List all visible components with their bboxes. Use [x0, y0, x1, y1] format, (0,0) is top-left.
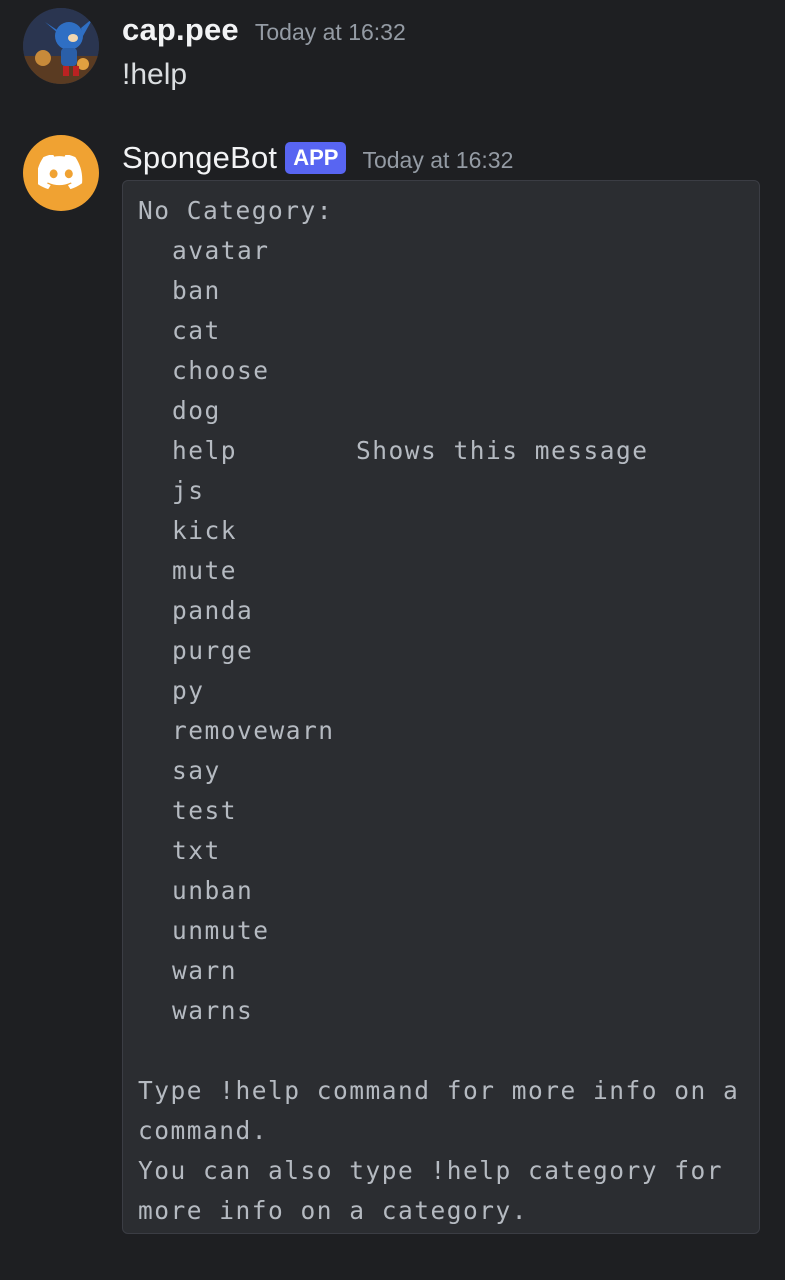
- command-row: test: [138, 791, 739, 831]
- footer-line: Type !help command for more info on a: [138, 1076, 740, 1105]
- command-name: removewarn: [172, 716, 335, 745]
- command-row: unban: [138, 871, 739, 911]
- category-heading: No Category:: [138, 196, 334, 225]
- command-name: cat: [172, 316, 221, 345]
- timestamp[interactable]: Today at 16:32: [362, 147, 513, 174]
- user-avatar[interactable]: [23, 8, 99, 84]
- bot-username[interactable]: SpongeBot: [122, 140, 277, 176]
- command-name: test: [172, 796, 238, 825]
- message-header: SpongeBot APP Today at 16:32: [122, 140, 513, 177]
- message-header: cap.pee Today at 16:32: [122, 12, 406, 48]
- command-row: py: [138, 671, 739, 711]
- command-name: ban: [172, 276, 221, 305]
- command-desc: Shows this message: [356, 436, 649, 465]
- command-name: kick: [172, 516, 238, 545]
- footer-line: You can also type !help category for: [138, 1156, 724, 1185]
- bot-avatar[interactable]: [23, 135, 99, 211]
- footer-line: more info on a category.: [138, 1196, 529, 1225]
- command-row: warn: [138, 951, 739, 991]
- command-name: choose: [172, 356, 270, 385]
- command-name: help: [172, 436, 238, 465]
- command-row: choose: [138, 351, 739, 391]
- command-name: unmute: [172, 916, 270, 945]
- command-row: mute: [138, 551, 739, 591]
- command-row: dog: [138, 391, 739, 431]
- command-row: unmute: [138, 911, 739, 951]
- command-name: warn: [172, 956, 238, 985]
- footer-line: command.: [138, 1116, 269, 1145]
- command-row: js: [138, 471, 739, 511]
- command-row: txt: [138, 831, 739, 871]
- command-name: warns: [172, 996, 254, 1025]
- command-row: warns: [138, 991, 739, 1031]
- command-row: panda: [138, 591, 739, 631]
- command-name: purge: [172, 636, 254, 665]
- timestamp[interactable]: Today at 16:32: [255, 19, 406, 46]
- command-name: txt: [172, 836, 221, 865]
- command-row: avatar: [138, 231, 739, 271]
- app-badge: APP: [285, 142, 347, 174]
- command-name: unban: [172, 876, 254, 905]
- command-name: js: [172, 476, 205, 505]
- username[interactable]: cap.pee: [122, 12, 239, 48]
- codeblock-lines: No Category: avatar ban cat choose dog h…: [138, 191, 739, 1231]
- command-name: avatar: [172, 236, 270, 265]
- command-name: mute: [172, 556, 238, 585]
- command-name: py: [172, 676, 205, 705]
- discord-logo-icon: [38, 155, 83, 190]
- command-row: kick: [138, 511, 739, 551]
- command-row: help Shows this message: [138, 431, 739, 471]
- command-name: say: [172, 756, 221, 785]
- command-row: say: [138, 751, 739, 791]
- command-row: purge: [138, 631, 739, 671]
- command-name: dog: [172, 396, 221, 425]
- command-row: ban: [138, 271, 739, 311]
- help-codeblock: No Category: avatar ban cat choose dog h…: [122, 180, 760, 1234]
- command-row: cat: [138, 311, 739, 351]
- user-avatar-image: [23, 8, 99, 84]
- command-name: panda: [172, 596, 254, 625]
- message-text: !help: [122, 58, 188, 91]
- command-row: removewarn: [138, 711, 739, 751]
